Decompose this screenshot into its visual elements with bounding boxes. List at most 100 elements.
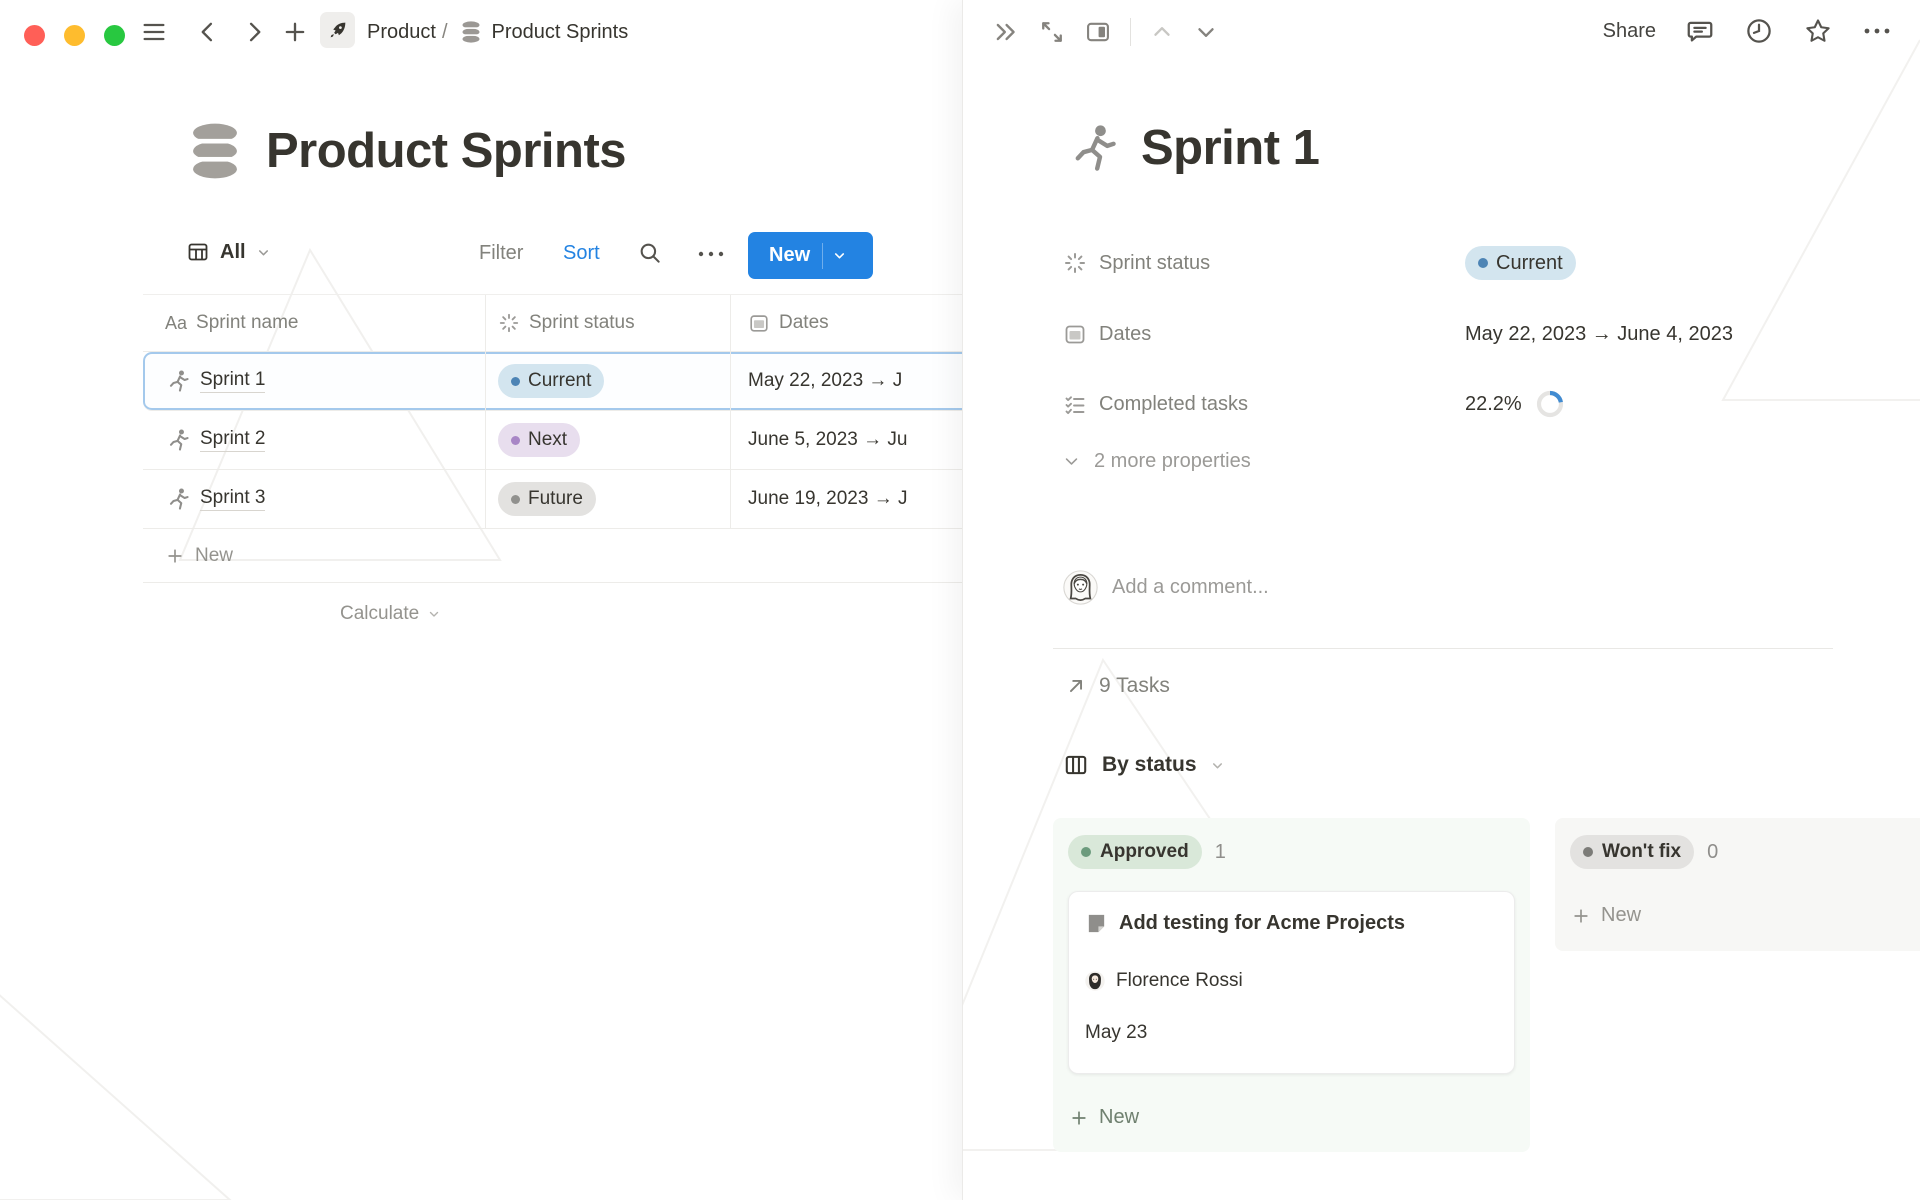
status-label: Won't fix: [1602, 841, 1681, 863]
sort-button[interactable]: Sort: [563, 242, 600, 265]
calculate-label: Calculate: [340, 603, 419, 625]
peek-actions: Share: [1603, 16, 1892, 46]
status-dot: [511, 377, 520, 386]
task-card[interactable]: Add testing for Acme Projects Florence R…: [1068, 891, 1515, 1074]
view-tab-all[interactable]: All: [186, 240, 271, 264]
new-page-icon[interactable]: [281, 18, 309, 46]
breadcrumb: Product / Product Sprints: [367, 20, 628, 44]
column-header-sprint-status[interactable]: Sprint status: [486, 295, 731, 351]
board-column-wont-fix: Won't fix 0 New: [1555, 818, 1920, 951]
rocket-icon: [327, 19, 349, 41]
board-new-card-label: New: [1601, 904, 1641, 927]
runner-icon: [165, 486, 191, 512]
board-new-card-button[interactable]: New: [1069, 1106, 1139, 1129]
chevron-down-icon: [427, 607, 441, 621]
table-row[interactable]: Sprint 1 Current May 22, 2023 → J: [143, 352, 963, 411]
new-button-chevron-icon[interactable]: [832, 248, 847, 263]
breadcrumb-separator: /: [442, 21, 448, 44]
more-properties-toggle[interactable]: 2 more properties: [1063, 450, 1251, 473]
new-button[interactable]: New: [748, 232, 873, 279]
sprint-name-link[interactable]: Sprint 3: [200, 487, 265, 511]
open-full-page-icon[interactable]: [1038, 18, 1066, 46]
search-icon[interactable]: [637, 240, 663, 266]
window-close-button[interactable]: [24, 25, 45, 46]
card-date: May 23: [1085, 1022, 1147, 1044]
tasks-link-label: 9 Tasks: [1099, 674, 1170, 698]
status-dot: [1081, 847, 1091, 857]
page-title: Product Sprints: [266, 123, 626, 179]
table-new-row-button[interactable]: New: [143, 529, 963, 583]
status-cell[interactable]: Next: [486, 411, 731, 469]
status-label: Current: [1496, 252, 1563, 275]
updates-clock-icon[interactable]: [1744, 16, 1774, 46]
column-header-sprint-name[interactable]: Aa Sprint name: [143, 295, 486, 351]
board-column-header[interactable]: Approved 1: [1068, 835, 1226, 869]
avatar: [1085, 971, 1105, 991]
table-row[interactable]: Sprint 3 Future June 19, 2023 → J: [143, 470, 963, 529]
column-header-dates[interactable]: Dates: [731, 295, 963, 351]
database-page-icon[interactable]: [186, 120, 244, 182]
board-view-selector[interactable]: By status: [1063, 752, 1225, 778]
progress-ring: [1535, 389, 1565, 419]
board-view-icon: [1063, 752, 1089, 778]
view-options-icon[interactable]: [696, 248, 726, 260]
runner-icon: [165, 368, 191, 394]
database-icon: [460, 20, 482, 44]
calculate-button[interactable]: Calculate: [143, 583, 963, 645]
dates-cell[interactable]: June 19, 2023 → J: [731, 470, 963, 528]
window-minimize-button[interactable]: [64, 25, 85, 46]
board-column-approved: Approved 1 Add testing for Acme Projects…: [1053, 818, 1530, 1152]
property-row-dates[interactable]: Dates May 22, 2023 → June 4, 2023: [1063, 311, 1843, 357]
teamspace-icon[interactable]: [320, 12, 355, 48]
previous-record-icon[interactable]: [1149, 19, 1175, 45]
window-controls: [24, 25, 125, 46]
new-button-label: New: [748, 244, 810, 267]
text-property-icon: Aa: [165, 313, 187, 334]
sprint-name-link[interactable]: Sprint 2: [200, 428, 265, 452]
close-peek-icon[interactable]: [992, 18, 1020, 46]
status-label: Approved: [1100, 841, 1189, 863]
topbar-divider: [1130, 18, 1131, 46]
chevron-down-icon: [1063, 453, 1080, 470]
avatar: [1063, 570, 1098, 605]
status-cell[interactable]: Future: [486, 470, 731, 528]
status-label: Future: [528, 488, 583, 510]
status-pill: Won't fix: [1570, 835, 1694, 869]
more-properties-label: 2 more properties: [1094, 450, 1251, 473]
record-title: Sprint 1: [1141, 120, 1319, 176]
sprint-name-link[interactable]: Sprint 1: [200, 369, 265, 393]
side-peek-mode-icon[interactable]: [1084, 18, 1112, 46]
breadcrumb-team[interactable]: Product: [367, 21, 436, 44]
chevron-down-icon: [256, 245, 271, 260]
arrow-up-right-icon: [1065, 675, 1087, 697]
more-options-icon[interactable]: [1862, 25, 1892, 37]
next-record-icon[interactable]: [1193, 19, 1219, 45]
board-new-card-button[interactable]: New: [1571, 904, 1641, 927]
sidebar-menu-icon[interactable]: [140, 18, 168, 46]
comments-icon[interactable]: [1685, 16, 1715, 46]
table-row[interactable]: Sprint 2 Next June 5, 2023 → Ju: [143, 411, 963, 470]
window-zoom-button[interactable]: [104, 25, 125, 46]
breadcrumb-page[interactable]: Product Sprints: [492, 21, 629, 44]
status-dot: [1478, 258, 1488, 268]
comment-composer[interactable]: Add a comment...: [1063, 570, 1269, 605]
board-new-card-label: New: [1099, 1106, 1139, 1129]
completed-percent-value: 22.2%: [1465, 393, 1522, 416]
property-row-completed-tasks[interactable]: Completed tasks 22.2%: [1063, 381, 1843, 427]
back-button[interactable]: [194, 18, 222, 46]
share-button[interactable]: Share: [1603, 20, 1656, 43]
board-column-header[interactable]: Won't fix 0: [1570, 835, 1718, 869]
status-pill[interactable]: Current: [1465, 246, 1576, 280]
property-label: Sprint status: [1099, 252, 1210, 275]
tasks-link[interactable]: 9 Tasks: [1065, 674, 1170, 698]
property-row-sprint-status[interactable]: Sprint status Current: [1063, 240, 1843, 286]
favorite-star-icon[interactable]: [1803, 16, 1833, 46]
status-cell[interactable]: Current: [486, 352, 731, 410]
filter-button[interactable]: Filter: [479, 242, 523, 265]
dates-cell[interactable]: May 22, 2023 → J: [731, 352, 963, 410]
rollup-checklist-icon: [1063, 392, 1087, 416]
chevron-down-icon: [1210, 758, 1225, 773]
dates-cell[interactable]: June 5, 2023 → Ju: [731, 411, 963, 469]
runner-icon[interactable]: [1065, 120, 1121, 176]
forward-button[interactable]: [240, 18, 268, 46]
